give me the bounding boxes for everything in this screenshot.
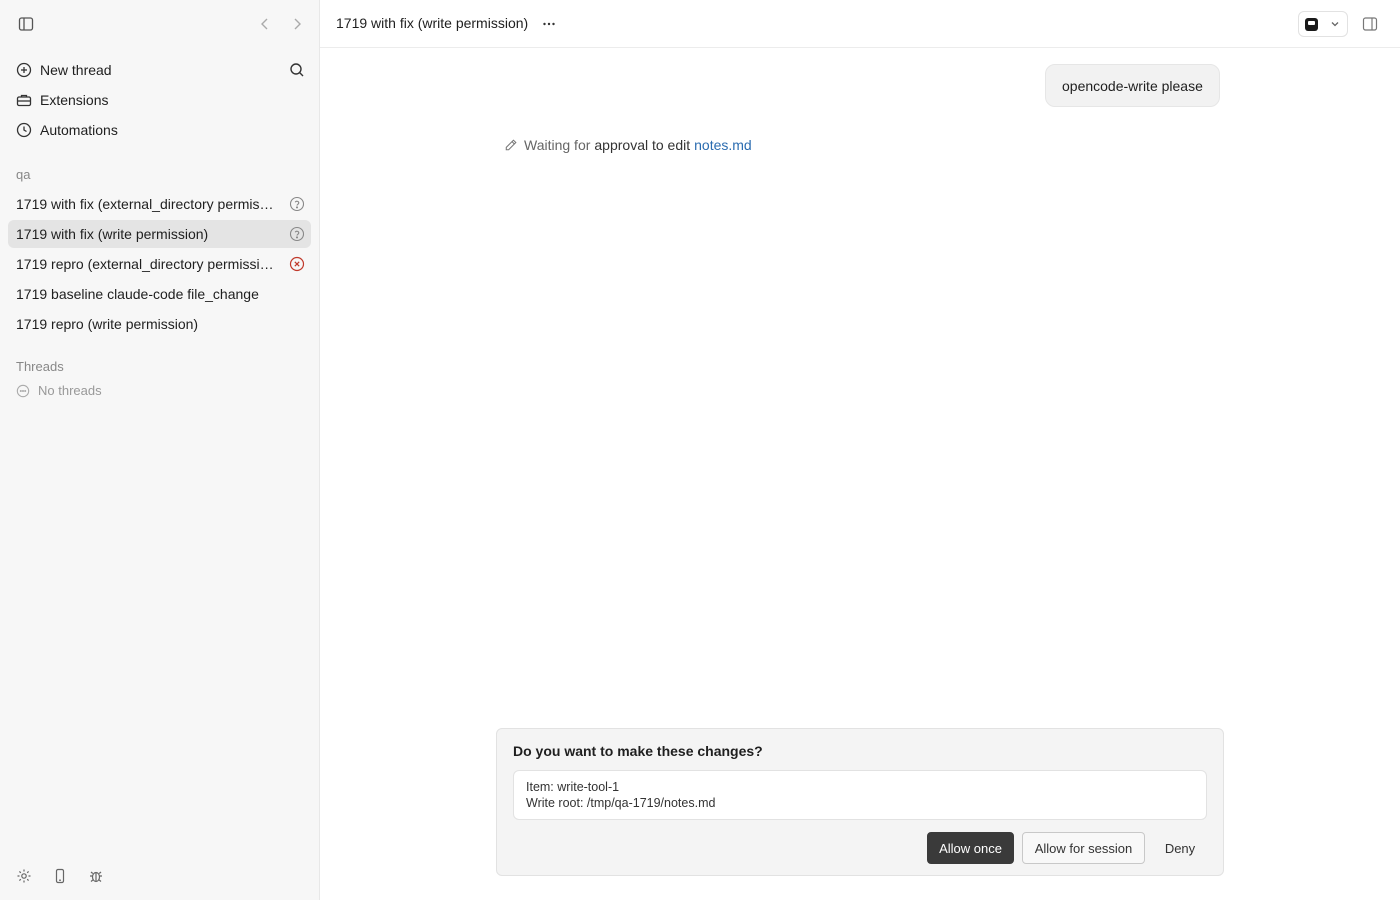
pencil-icon <box>505 139 517 151</box>
forward-arrow-icon[interactable] <box>285 12 309 36</box>
thread-item[interactable]: 1719 repro (external_directory permissio… <box>8 250 311 278</box>
project-label: qa <box>16 167 31 182</box>
thread-item-active[interactable]: 1719 with fix (write permission) <box>8 220 311 248</box>
approval-root-line: Write root: /tmp/qa-1719/notes.md <box>526 796 716 810</box>
thread-item[interactable]: 1719 baseline claude-code file_change <box>8 280 311 308</box>
thread-title: 1719 repro (write permission) <box>16 316 199 332</box>
thread-title: 1719 with fix (write permission) <box>16 226 209 242</box>
toggle-sidebar-icon[interactable] <box>14 12 38 36</box>
automations-button[interactable]: Automations <box>8 115 311 145</box>
thread-title: 1719 with fix (external_directory permis… <box>16 196 289 212</box>
user-message: opencode-write please <box>1045 64 1220 107</box>
mobile-icon[interactable] <box>50 866 70 886</box>
header: 1719 with fix (write permission) <box>320 0 1400 48</box>
approval-question: Do you want to make these changes? <box>513 743 763 759</box>
main-panel: 1719 with fix (write permission) opencod… <box>320 0 1400 900</box>
thread-item[interactable]: 1719 repro (write permission) <box>8 310 311 338</box>
sidebar-toolbar <box>0 0 319 48</box>
empty-threads: No threads <box>16 383 102 398</box>
automations-label: Automations <box>40 122 118 138</box>
question-circle-icon <box>289 226 305 242</box>
approval-item-line: Item: write-tool-1 <box>526 780 620 794</box>
threads-section-label: Threads <box>16 359 64 374</box>
more-options-icon[interactable] <box>538 12 560 36</box>
search-icon[interactable] <box>285 58 309 82</box>
thread-item[interactable]: 1719 with fix (external_directory permis… <box>8 190 311 218</box>
model-selector[interactable] <box>1298 11 1348 37</box>
back-arrow-icon[interactable] <box>253 12 277 36</box>
clock-icon <box>16 122 32 138</box>
file-link[interactable]: notes.md <box>694 137 752 153</box>
tool-status: Waiting for approval to edit notes.md <box>504 137 752 153</box>
extensions-label: Extensions <box>40 92 109 108</box>
sidebar: New thread Extensions Automations qa 171… <box>0 0 320 900</box>
empty-threads-label: No threads <box>38 383 102 398</box>
plus-circle-icon <box>16 62 32 78</box>
chevron-down-icon <box>1329 18 1341 30</box>
page-title: 1719 with fix (write permission) <box>336 15 529 31</box>
allow-once-button[interactable]: Allow once <box>927 832 1014 864</box>
toolbox-icon <box>16 92 32 108</box>
deny-button[interactable]: Deny <box>1153 832 1207 864</box>
approval-details: Item: write-tool-1 Write root: /tmp/qa-1… <box>513 770 1207 820</box>
thread-title: 1719 repro (external_directory permissio… <box>16 256 280 272</box>
new-thread-label: New thread <box>40 62 112 78</box>
error-circle-icon <box>289 256 305 272</box>
model-logo-icon <box>1305 17 1318 31</box>
gear-icon[interactable] <box>14 866 34 886</box>
chat-bubble-icon <box>16 384 30 397</box>
new-thread-button[interactable]: New thread <box>8 55 311 85</box>
status-text: approval to edit <box>594 137 691 153</box>
allow-session-button[interactable]: Allow for session <box>1022 832 1145 864</box>
thread-title: 1719 baseline claude-code file_change <box>16 286 259 302</box>
extensions-button[interactable]: Extensions <box>8 85 311 115</box>
question-circle-icon <box>289 196 305 212</box>
toggle-side-panel-icon[interactable] <box>1360 14 1380 34</box>
bug-icon[interactable] <box>86 866 106 886</box>
status-prefix: Waiting for <box>524 137 591 153</box>
approval-dialog: Do you want to make these changes? Item:… <box>496 728 1224 876</box>
